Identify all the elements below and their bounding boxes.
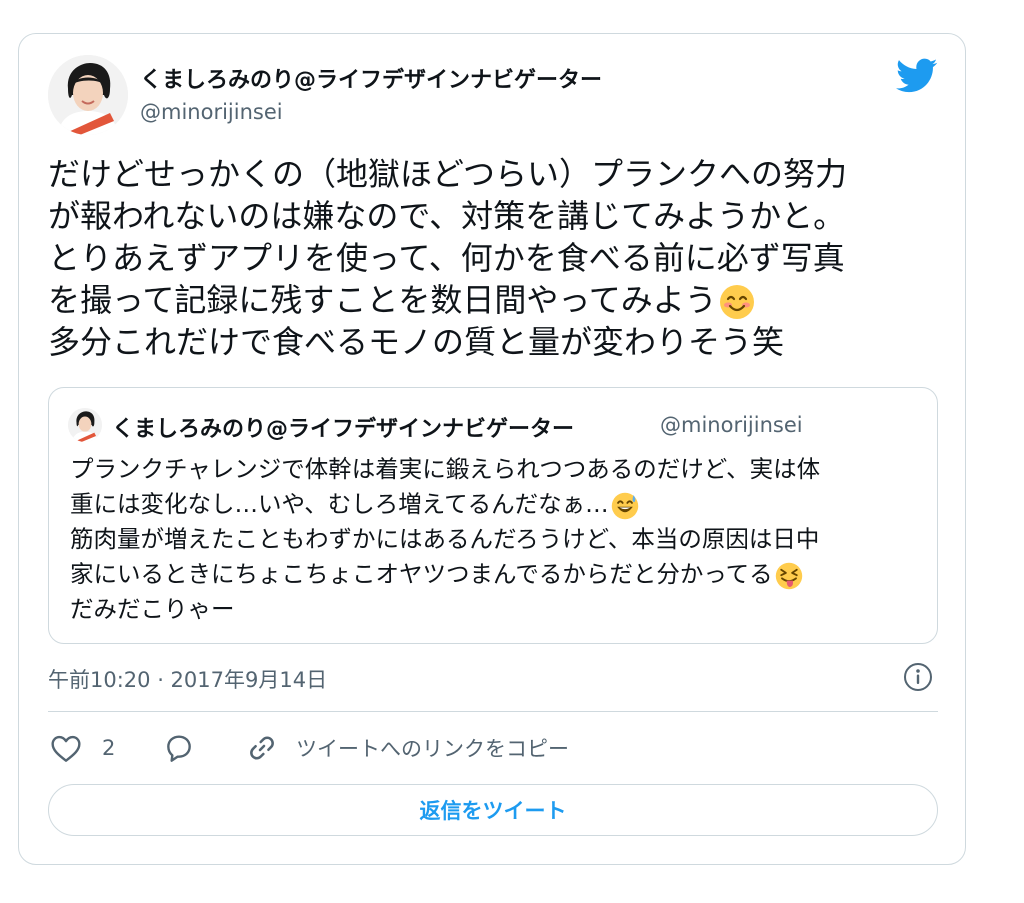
tweet-text-line-content: を撮って記録に残すことを数日間やってみよう — [48, 281, 717, 319]
quoted-text-line: 重には変化なし…いや、むしろ増えてるんだなぁ… — [70, 487, 920, 522]
reply-icon-button[interactable] — [163, 731, 195, 765]
quoted-text-line-content: 家にいるときにちょこちょこオヤツつまんでるからだと分かってる — [70, 560, 773, 588]
divider — [48, 711, 938, 712]
link-icon — [246, 732, 278, 764]
tweet-text-line: が報われないのは嫌なので、対策を講じてみようかと。 — [48, 197, 846, 235]
quoted-author-display-name: くましろみのり@ライフデザインナビゲーター — [112, 417, 575, 442]
reply-tweet-button[interactable]: 返信をツイート — [48, 784, 938, 836]
quoted-text-line: 家にいるときにちょこちょこオヤツつまんでるからだと分かってる — [70, 557, 920, 592]
tweet-text-line: 多分これだけで食べるモノの質と量が変わりそう笑 — [48, 323, 785, 361]
author-handle[interactable]: @minorijinsei — [140, 100, 283, 124]
author-avatar[interactable] — [48, 55, 128, 135]
tweet-text: だけどせっかくの（地獄ほどつらい）プランクへの努力 が報われないのは嫌なので、対… — [48, 153, 928, 363]
quoted-tweet-text: プランクチャレンジで体幹は着実に鍛えられつつあるのだけど、実は体 重には変化なし… — [70, 452, 920, 627]
copy-link-button[interactable]: ツイートへのリンクをコピー — [246, 731, 569, 765]
grinning-sweat-emoji-icon — [611, 492, 639, 520]
smiling-face-emoji-icon — [719, 284, 755, 320]
tweet-text-line: を撮って記録に残すことを数日間やってみよう — [48, 279, 928, 321]
tweet-timestamp[interactable]: 午前10:20 · 2017年9月14日 — [48, 664, 327, 694]
heart-icon — [50, 733, 82, 763]
author-display-name[interactable]: くましろみのり@ライフデザインナビゲーター — [140, 62, 602, 94]
quoted-text-line: だみだこりゃー — [70, 595, 235, 623]
tweet-text-line: だけどせっかくの（地獄ほどつらい）プランクへの努力 — [48, 155, 848, 193]
quoted-author-avatar — [68, 408, 102, 442]
tweet-text-line: とりあえずアプリを使って、何かを食べる前に必ず写真 — [48, 239, 845, 277]
copy-link-label: ツイートへのリンクをコピー — [296, 737, 569, 761]
info-icon[interactable] — [903, 662, 933, 692]
like-button[interactable]: 2 — [50, 731, 115, 765]
twitter-bird-icon[interactable] — [896, 58, 938, 94]
quoted-text-line: 筋肉量が増えたこともわずかにはあるんだろうけど、本当の原因は日中 — [70, 525, 820, 553]
reply-bubble-icon — [163, 732, 195, 764]
quoted-text-line: プランクチャレンジで体幹は着実に鍛えられつつあるのだけど、実は体 — [70, 455, 821, 483]
squinting-tongue-emoji-icon — [775, 562, 803, 590]
quoted-author-handle: @minorijinsei — [660, 413, 803, 437]
like-count: 2 — [102, 736, 116, 760]
quoted-text-line-content: 重には変化なし…いや、むしろ増えてるんだなぁ… — [70, 490, 609, 518]
